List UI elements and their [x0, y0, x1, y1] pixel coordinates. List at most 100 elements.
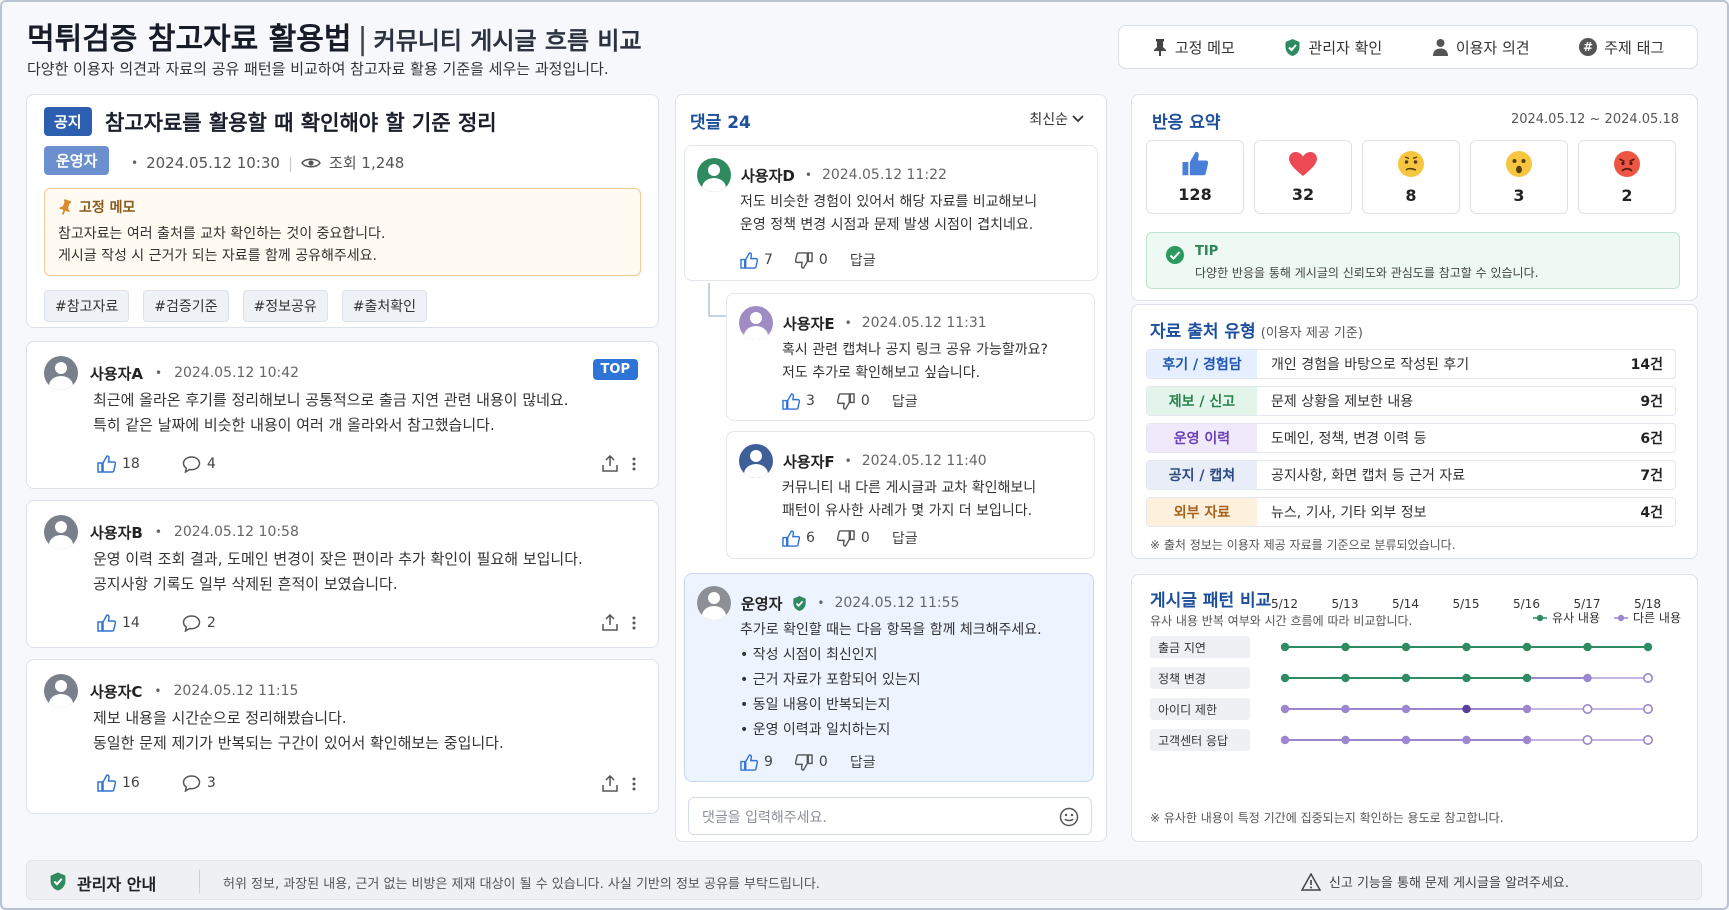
more-icon[interactable]	[632, 456, 636, 472]
reply-button[interactable]: 답글	[850, 250, 876, 270]
source-desc: 공지사항, 화면 캡처 등 근거 자료	[1271, 468, 1466, 484]
tag-chip[interactable]: #출처확인	[341, 290, 428, 322]
share-icon[interactable]	[602, 614, 618, 631]
comment-button[interactable]: 4	[182, 455, 216, 473]
notice-date: 2024.05.12 10:30	[146, 153, 280, 172]
reaction-confused[interactable]: 8	[1362, 140, 1460, 214]
pattern-row-label: 아이디 제한	[1150, 698, 1250, 720]
date-tick: 5/14	[1392, 597, 1419, 611]
pattern-point	[1401, 735, 1411, 745]
username[interactable]: 사용자C	[90, 681, 142, 702]
dislike-button[interactable]: 0	[836, 529, 870, 547]
filter-user-opinion[interactable]: 이용자 의견	[1432, 37, 1530, 58]
tag-chip[interactable]: #참고자료	[44, 290, 130, 322]
checklist-item: 운영 이력과 일치하는지	[740, 718, 1042, 743]
post-time: 2024.05.12 10:42	[174, 365, 300, 381]
reaction-count: 128	[1178, 185, 1212, 204]
avatar[interactable]	[739, 444, 773, 478]
comment-button[interactable]: 2	[182, 614, 216, 632]
comment-line: 저도 비슷한 경험이 있어서 해당 자료를 비교해보니	[740, 194, 1038, 210]
pattern-point	[1401, 673, 1411, 683]
post-line: 특히 같은 날짜에 비슷한 내용이 여러 개 올라와서 참고했습니다.	[93, 416, 495, 434]
like-button[interactable]: 7	[740, 251, 773, 269]
reaction-surprised[interactable]: 3	[1470, 140, 1568, 214]
tag-chip[interactable]: #정보공유	[242, 290, 328, 322]
pattern-point	[1522, 735, 1532, 745]
like-button[interactable]: 16	[97, 774, 140, 792]
pattern-point	[1642, 673, 1653, 684]
source-tag: 운영 이력	[1147, 424, 1257, 452]
avatar[interactable]	[739, 306, 773, 340]
like-button[interactable]: 14	[97, 614, 140, 632]
meta-dot: •	[844, 316, 852, 330]
check-circle-icon	[1166, 246, 1184, 264]
reply-button[interactable]: 답글	[892, 391, 918, 411]
username[interactable]: 사용자E	[783, 313, 835, 334]
username[interactable]: 사용자A	[90, 363, 143, 384]
more-icon[interactable]	[632, 776, 636, 792]
like-button[interactable]: 18	[97, 455, 140, 473]
more-icon[interactable]	[632, 615, 636, 631]
reaction-angry[interactable]: 2	[1578, 140, 1676, 214]
report-hint-text: 신고 기능을 통해 문제 게시글을 알려주세요.	[1328, 876, 1569, 891]
post-body: 최근에 올라온 후기를 정리해보니 공통적으로 출금 지연 관련 내용이 많네요…	[93, 388, 568, 438]
comment-header: 사용자D • 2024.05.12 11:22	[697, 158, 947, 192]
filter-pinned-memo[interactable]: 고정 메모	[1152, 37, 1235, 58]
username[interactable]: 운영자	[741, 593, 782, 614]
avatar[interactable]	[697, 586, 731, 620]
title-separator: |	[357, 22, 368, 57]
username[interactable]: 사용자D	[741, 165, 795, 186]
comment-body: 추가로 확인할 때는 다음 항목을 함께 체크해주세요. 작성 시점이 최신인지…	[740, 618, 1042, 743]
like-button[interactable]: 3	[782, 392, 815, 410]
post-line: 공지사항 기록도 일부 삭제된 흔적이 보였습니다.	[93, 575, 398, 593]
report-hint[interactable]: 신고 기능을 통해 문제 게시글을 알려주세요.	[1300, 872, 1569, 891]
avatar[interactable]	[44, 356, 78, 390]
dislike-count: 0	[860, 530, 870, 546]
avatar[interactable]	[44, 515, 78, 549]
comment-input[interactable]: 댓글을 입력해주세요.	[688, 797, 1092, 835]
checklist-item: 동일 내용이 반복되는지	[740, 693, 1042, 718]
share-icon[interactable]	[602, 775, 618, 792]
reaction-heart[interactable]: 32	[1254, 140, 1352, 214]
dislike-button[interactable]: 0	[794, 251, 828, 269]
reply-button[interactable]: 답글	[850, 752, 876, 772]
comment-actions: 6 0 답글	[782, 528, 918, 548]
speech-bubble-icon	[182, 614, 201, 632]
pattern-row-label: 출금 지연	[1150, 636, 1250, 658]
comment-input-placeholder: 댓글을 입력해주세요.	[702, 810, 827, 826]
source-count: 9건	[1640, 394, 1663, 410]
sort-dropdown[interactable]: 최신순	[1029, 109, 1084, 129]
comment-time: 2024.05.12 11:40	[861, 453, 987, 469]
emoji-icon[interactable]	[1059, 807, 1079, 827]
dislike-button[interactable]: 0	[794, 753, 828, 771]
reaction-list: 128 32 8 3 2	[1146, 140, 1676, 214]
shield-icon	[1285, 38, 1300, 56]
filter-admin-check[interactable]: 관리자 확인	[1284, 37, 1382, 58]
comment-button[interactable]: 3	[182, 774, 216, 792]
notice-title[interactable]: 참고자료를 활용할 때 확인해야 할 기준 정리	[105, 107, 497, 137]
post-actions: 14 2	[97, 614, 216, 632]
username[interactable]: 사용자B	[90, 522, 143, 543]
avatar[interactable]	[44, 674, 78, 708]
share-icon[interactable]	[602, 455, 618, 472]
pattern-point	[1522, 673, 1532, 683]
pattern-point	[1341, 642, 1350, 652]
dislike-button[interactable]: 0	[836, 392, 870, 410]
pinned-memo-line: 참고자료는 여러 출처를 교차 확인하는 것이 중요합니다.	[58, 226, 386, 242]
avatar[interactable]	[697, 158, 731, 192]
filter-topic-tag[interactable]: # 주제 태그	[1579, 37, 1664, 58]
username[interactable]: 사용자F	[783, 451, 835, 472]
like-count: 18	[122, 456, 140, 472]
pattern-card: 게시글 패턴 비교 유사 내용 반복 여부와 시간 흐름에 따라 비교합니다. …	[1131, 574, 1698, 842]
post-card: 사용자C • 2024.05.12 11:15 제보 내용을 시간순으로 정리해…	[26, 659, 659, 814]
reaction-like[interactable]: 128	[1146, 140, 1244, 214]
reply-button[interactable]: 답글	[892, 528, 918, 548]
source-desc: 개인 경험을 바탕으로 작성된 후기	[1271, 357, 1470, 373]
notice-badge: 공지	[44, 107, 92, 136]
view-count: 조회 1,248	[329, 154, 405, 172]
like-button[interactable]: 6	[782, 529, 815, 547]
tag-chip[interactable]: #검증기준	[143, 290, 229, 322]
eye-icon	[301, 158, 321, 167]
admin-notice-title: 관리자 안내	[77, 875, 157, 894]
like-button[interactable]: 9	[740, 753, 773, 771]
